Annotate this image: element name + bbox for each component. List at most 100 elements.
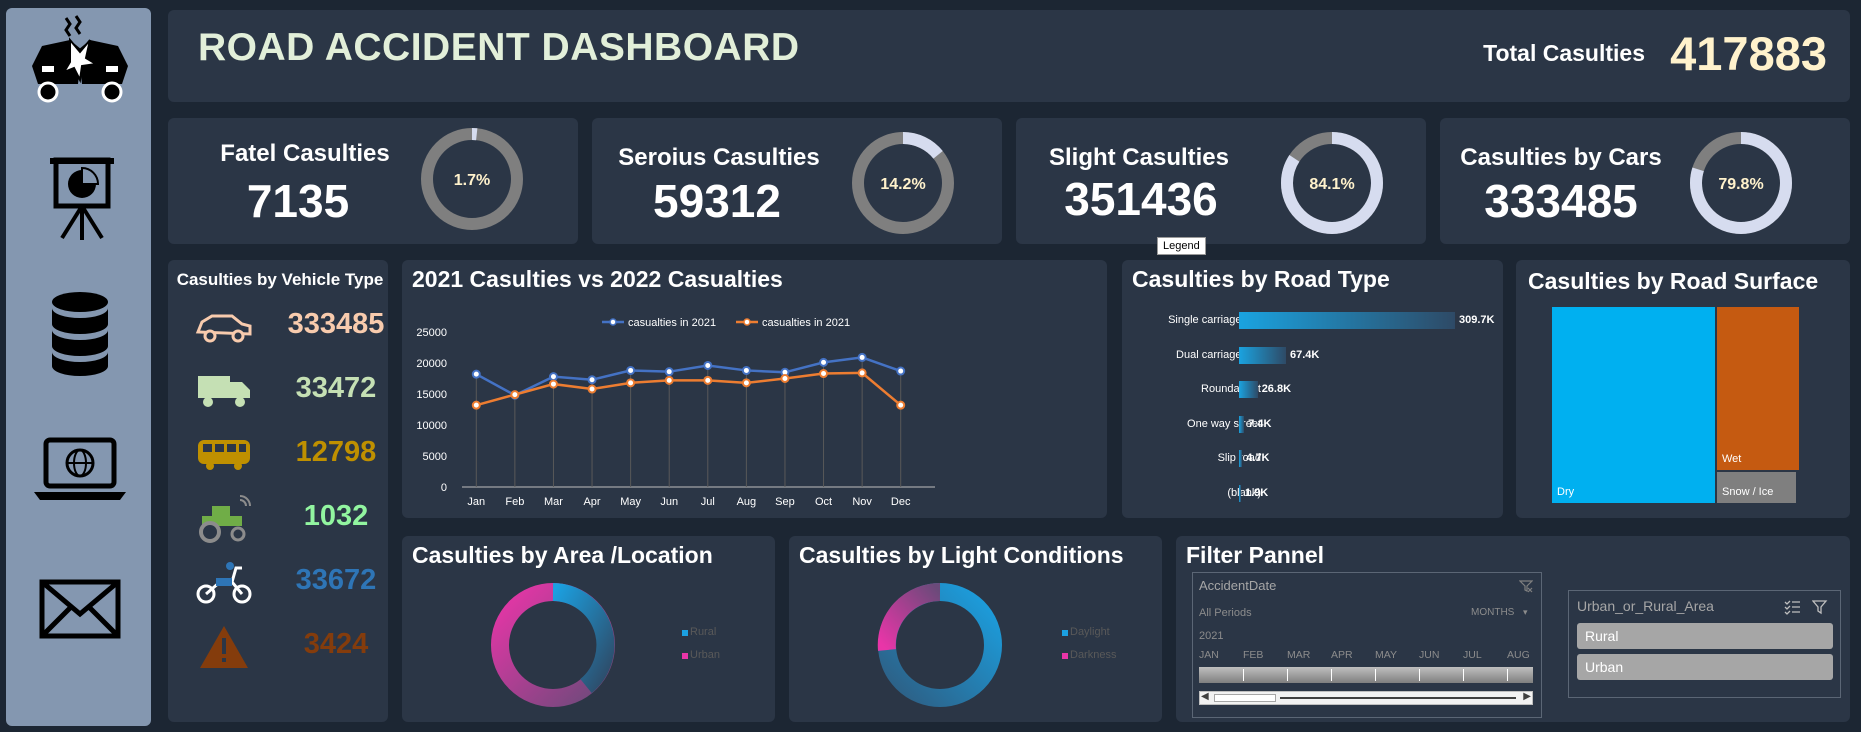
treemap-label-wet: Wet	[1722, 453, 1742, 465]
road-type-bar[interactable]	[1239, 415, 1245, 433]
treemap-label-snow-ice: Snow / Ice	[1722, 486, 1774, 498]
x-tick-label: Oct	[815, 496, 832, 508]
road-type-bar[interactable]	[1239, 450, 1243, 467]
timeline-unit-dropdown[interactable]: MONTHS	[1471, 607, 1514, 618]
data-point	[703, 375, 713, 385]
clear-filter-icon[interactable]	[1812, 599, 1828, 615]
timeline-month-label[interactable]: JAN	[1199, 649, 1219, 661]
timeline-year: 2021	[1199, 630, 1224, 642]
kpi-label-slight: Slight Casulties	[1048, 144, 1230, 171]
data-point	[780, 374, 790, 383]
timeline-month-label[interactable]: JUN	[1419, 649, 1439, 661]
timeline-month-label[interactable]: JUL	[1463, 649, 1482, 661]
x-tick-label: Aug	[737, 496, 757, 508]
road-type-value: 67.4K	[1290, 348, 1320, 361]
road-type-bar[interactable]	[1239, 381, 1258, 398]
bus-icon	[198, 440, 250, 470]
treemap-label-dry: Dry	[1557, 486, 1575, 498]
kpi-label-cars: Casulties by Cars	[1460, 144, 1662, 171]
kpi-value-fatal: 7135	[246, 175, 350, 227]
road-type-bar[interactable]	[1239, 346, 1286, 364]
vehicle-row-car: 333485	[190, 302, 390, 350]
database-icon[interactable]	[28, 290, 132, 380]
y-tick-label: 0	[441, 482, 447, 494]
x-tick-label: Jun	[660, 496, 678, 508]
treemap-dry[interactable]: Dry	[1552, 307, 1715, 503]
timeline-month-label[interactable]: MAR	[1287, 649, 1310, 661]
slicer-field-label: Urban_or_Rural_Area	[1577, 598, 1714, 614]
presentation-chart-icon[interactable]	[28, 156, 132, 246]
envelope-icon[interactable]	[28, 574, 132, 664]
light-title: Casulties by Light Conditions	[799, 542, 1124, 568]
kpi-donut-slight: 84.1%	[1281, 132, 1383, 234]
multi-select-icon[interactable]	[1784, 599, 1800, 615]
data-point	[471, 400, 481, 410]
data-point	[548, 372, 558, 382]
truck-icon	[198, 376, 250, 407]
timeline-bar[interactable]	[1199, 667, 1533, 683]
x-tick-label: Jul	[701, 496, 715, 508]
data-point	[896, 400, 906, 410]
treemap-wet[interactable]: Wet	[1717, 307, 1799, 470]
timeline-scrollbar[interactable]: ◀ ▶	[1199, 691, 1533, 705]
data-point	[587, 375, 597, 385]
light-legend-daylight: Daylight	[1070, 626, 1110, 638]
light-legend-daylight-swatch	[1062, 630, 1068, 636]
x-tick-label: May	[620, 496, 641, 508]
legend-label: casualties in 2021	[628, 317, 716, 329]
car-crash-icon[interactable]	[28, 14, 132, 104]
road-type-bar[interactable]	[1239, 484, 1241, 502]
legend-label: casualties in 2021	[762, 317, 850, 329]
laptop-globe-icon[interactable]	[28, 434, 132, 524]
car-icon	[195, 314, 252, 343]
tractor-icon	[199, 495, 251, 543]
timeline-month-label[interactable]: MAY	[1375, 649, 1397, 661]
clear-filter-icon[interactable]	[1519, 579, 1533, 593]
scroll-right-icon[interactable]: ▶	[1523, 691, 1531, 702]
area-legend-rural: Rural	[690, 626, 717, 638]
light-legend-darkness: Darkness	[1070, 649, 1117, 661]
road-type-bar[interactable]	[1239, 312, 1455, 329]
motorbike-icon	[196, 562, 252, 604]
vehicle-value-truck: 33472	[295, 372, 377, 404]
x-tick-label: Sep	[775, 496, 795, 508]
donut-percent: 14.2%	[880, 176, 925, 193]
vehicle-row-motorbike: 33672	[190, 558, 390, 606]
timeline-field-label: AccidentDate	[1199, 578, 1277, 593]
vehicle-row-tractor: 1032	[190, 494, 390, 543]
vehicle-value-motorbike: 33672	[295, 564, 377, 596]
light-donut	[877, 582, 1002, 707]
kpi-donut-serious: 14.2%	[852, 132, 954, 234]
slicer-item-rural[interactable]: Rural	[1577, 623, 1833, 649]
treemap-snow-ice[interactable]: Snow / Ice	[1717, 472, 1796, 503]
area-legend-urban: Urban	[690, 649, 720, 661]
road-type-value: 1.9K	[1245, 486, 1269, 499]
chevron-down-icon[interactable]: ▾	[1523, 607, 1528, 618]
slicer-item-urban[interactable]: Urban	[1577, 654, 1833, 680]
y-tick-label: 20000	[416, 358, 447, 370]
series-line	[475, 356, 902, 397]
timeline-tick	[1331, 669, 1332, 681]
data-point	[664, 375, 674, 385]
timeline-month-label[interactable]: FEB	[1243, 649, 1263, 661]
donut-percent: 1.7%	[454, 172, 490, 189]
scroll-thumb[interactable]	[1214, 694, 1276, 702]
timeline-tick	[1375, 669, 1376, 681]
vehicle-type-title: Casulties by Vehicle Type	[176, 270, 384, 289]
sidebar	[6, 8, 151, 726]
scroll-track[interactable]	[1280, 697, 1516, 699]
timeline-month-label[interactable]: APR	[1331, 649, 1353, 661]
kpi-label-fatal: Fatel Casulties	[220, 140, 390, 167]
timeline-tick	[1419, 669, 1420, 681]
timeline-tick	[1507, 669, 1508, 681]
data-point	[896, 366, 906, 376]
scroll-left-icon[interactable]: ◀	[1201, 691, 1209, 702]
timeline-month-label[interactable]: AUG	[1507, 649, 1530, 661]
data-point	[587, 384, 597, 394]
timeline-slicer[interactable]: AccidentDate All Periods MONTHS ▾ 2021 J…	[1192, 572, 1542, 718]
kpi-donut-fatal: 1.7%	[421, 128, 523, 230]
road-type-value: 26.8K	[1261, 383, 1292, 395]
kpi-value-slight: 351436	[1064, 173, 1218, 225]
vehicle-row-other: 3424	[190, 622, 390, 670]
x-tick-label: Apr	[583, 496, 600, 508]
